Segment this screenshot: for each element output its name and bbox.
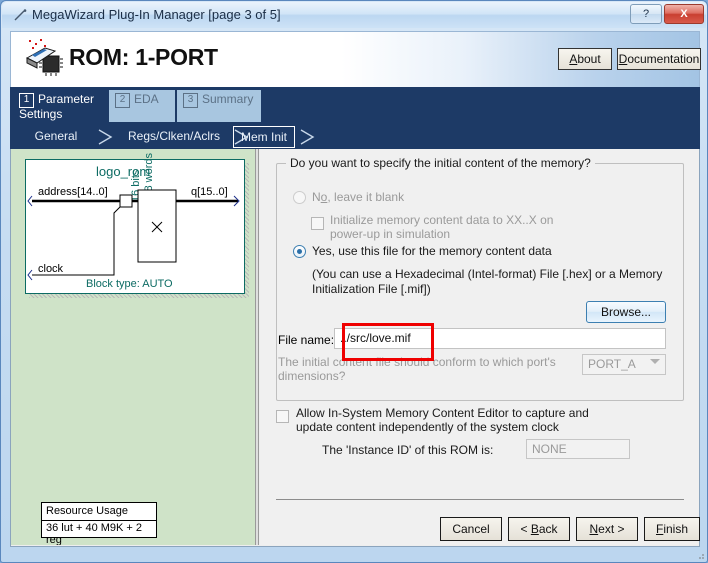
megawizard-window: MegaWizard Plug-In Manager [page 3 of 5]…	[0, 0, 708, 563]
about-button[interactable]: About	[558, 48, 612, 70]
chevron-right-icon	[300, 129, 315, 145]
browse-button[interactable]: Browse...	[586, 301, 666, 323]
file-name-label: File name:	[278, 333, 335, 347]
port-select[interactable]: PORT_A	[582, 354, 666, 375]
tab-number: 1	[19, 93, 34, 108]
tab-summary[interactable]: 3 Summary	[177, 90, 261, 122]
subtab-general[interactable]: General	[19, 126, 93, 148]
help-button[interactable]: ?	[630, 4, 662, 24]
subtab-mem-init[interactable]: Mem Init	[233, 126, 295, 148]
radio-no-leave-blank[interactable]	[293, 191, 306, 204]
checkbox-initialize-memory-label: Initialize memory content data to XX..X …	[330, 213, 553, 241]
ise-line-2: update content independently of the syst…	[296, 420, 559, 434]
settings-pane: Do you want to specify the initial conte…	[260, 149, 700, 545]
title-bar: MegaWizard Plug-In Manager [page 3 of 5]…	[2, 2, 706, 28]
documentation-button[interactable]: Documentation	[617, 48, 701, 70]
wizard-wand-icon	[14, 9, 27, 21]
hint-line-2: Initialization File [.mif])	[312, 282, 431, 296]
tab-label: EDA	[134, 92, 159, 106]
tab-eda[interactable]: 2 EDA	[109, 90, 175, 122]
init-line-2: power-up in simulation	[330, 227, 451, 241]
divider	[42, 520, 156, 521]
altera-chip-icon	[25, 39, 63, 76]
close-button[interactable]: X	[664, 4, 704, 24]
symbol-preview-pane: logo_rom address[14..0] q[15..0] clock 1…	[11, 149, 255, 545]
checkbox-allow-insystem-editor[interactable]	[276, 410, 289, 423]
resize-grip-icon[interactable]	[695, 550, 705, 560]
back-button[interactable]: < Back	[508, 517, 570, 541]
tab-strip: 1 Parameter Settings 2 EDA 3 Summary Genera…	[10, 87, 700, 149]
annotation-highlight-box	[342, 323, 434, 361]
group-legend: Do you want to specify the initial conte…	[286, 156, 595, 170]
ise-line-1: Allow In-System Memory Content Editor to…	[296, 406, 589, 420]
init-line-1: Initialize memory content data to XX..X …	[330, 213, 554, 227]
checkbox-allow-insystem-editor-label: Allow In-System Memory Content Editor to…	[296, 406, 626, 434]
radio-yes-use-file-label: Yes, use this file for the memory conten…	[312, 244, 552, 258]
rom-symbol-diagram: logo_rom address[14..0] q[15..0] clock 1…	[25, 153, 245, 294]
resource-usage-box: Resource Usage 36 lut + 40 M9K + 2 reg	[41, 502, 157, 545]
file-format-hint: (You can use a Hexadecimal (Intel-format…	[312, 267, 662, 297]
hint-line-1: (You can use a Hexadecimal (Intel-format…	[312, 267, 663, 281]
finish-button[interactable]: Finish	[644, 517, 700, 541]
subtab-regs-clken-aclrs[interactable]: Regs/Clken/Aclrs	[119, 126, 229, 148]
resource-usage-value: 36 lut + 40 M9K + 2 reg	[46, 522, 143, 545]
checkbox-initialize-memory[interactable]	[311, 217, 324, 230]
chevron-right-icon	[98, 129, 113, 145]
tab-parameter-settings[interactable]: 1 Parameter Settings	[13, 90, 107, 122]
radio-yes-use-file[interactable]	[293, 245, 306, 258]
instance-id-label: The 'Instance ID' of this ROM is:	[322, 443, 494, 457]
diagram-wires	[27, 189, 240, 281]
conform-line-2: dimensions?	[278, 369, 346, 383]
instance-id-input[interactable]: NONE	[526, 439, 630, 459]
tab-number: 3	[183, 93, 198, 108]
pane-splitter[interactable]	[255, 149, 259, 545]
header-banner: ROM: 1-PORT About Documentation	[10, 31, 701, 87]
chevron-down-icon	[650, 359, 660, 364]
tab-label: Summary	[202, 92, 254, 106]
tab-number: 2	[115, 93, 130, 108]
footer-divider	[276, 499, 684, 500]
resource-usage-title: Resource Usage	[46, 505, 128, 517]
radio-no-leave-blank-label: No, leave it blank	[312, 190, 405, 204]
page-title: ROM: 1-PORT	[69, 44, 218, 70]
next-button[interactable]: Next >	[576, 517, 638, 541]
window-title: MegaWizard Plug-In Manager [page 3 of 5]	[32, 7, 281, 22]
cancel-button[interactable]: Cancel	[440, 517, 502, 541]
